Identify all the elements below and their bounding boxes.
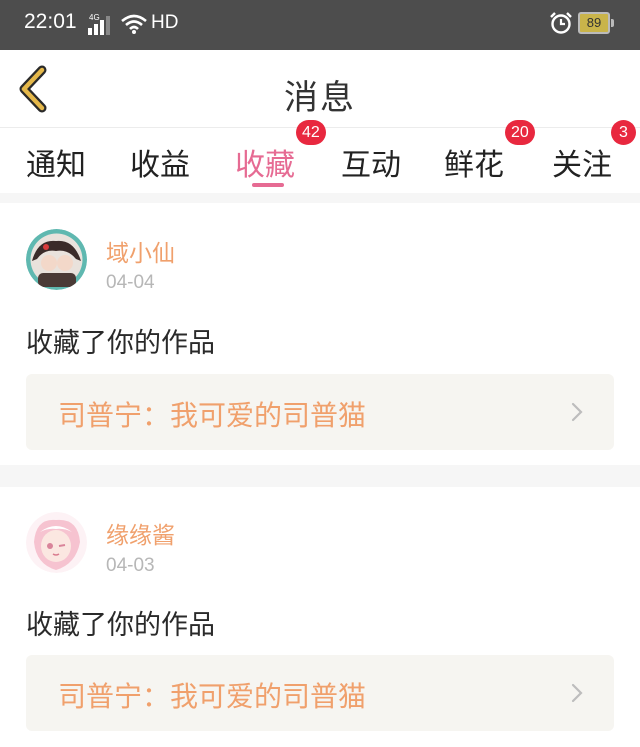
work-card[interactable]: 司普宁：我可爱的司普猫 xyxy=(26,374,614,450)
message-date: 04-04 xyxy=(106,272,155,293)
message-item: 域小仙 04-04 收藏了你的作品 司普宁：我可爱的司普猫 xyxy=(0,203,640,465)
message-item: 缘缘酱 04-03 收藏了你的作品 司普宁：我可爱的司普猫 xyxy=(0,487,640,747)
tab-favorites[interactable]: 收藏 xyxy=(235,140,295,184)
message-date: 04-03 xyxy=(106,555,155,576)
battery-level: 89 xyxy=(586,15,602,30)
tab-earnings[interactable]: 收益 xyxy=(130,140,190,184)
hd-indicator: HD xyxy=(151,12,179,33)
page-title: 消息 xyxy=(284,78,356,118)
status-time: 22:01 xyxy=(24,10,77,33)
tab-notifications[interactable]: 通知 xyxy=(26,140,86,184)
tab-label: 收藏 xyxy=(235,148,295,183)
tab-label: 鲜花 xyxy=(444,148,504,183)
work-title: 司普宁：我可爱的司普猫 xyxy=(58,399,367,432)
network-type: 4G xyxy=(89,13,100,22)
work-card[interactable]: 司普宁：我可爱的司普猫 xyxy=(26,655,614,731)
nav-bar: 消息 xyxy=(0,50,640,127)
wifi-icon xyxy=(121,14,147,34)
message-action: 收藏了你的作品 xyxy=(26,328,215,359)
tab-label: 通知 xyxy=(26,148,86,183)
work-title: 司普宁：我可爱的司普猫 xyxy=(58,680,367,713)
flowers-badge: 20 xyxy=(505,120,535,145)
active-tab-indicator xyxy=(252,183,284,187)
avatar-image xyxy=(26,512,87,573)
avatar[interactable] xyxy=(26,512,87,573)
favorites-badge: 42 xyxy=(296,120,326,145)
chevron-right-icon xyxy=(571,683,583,703)
tab-follows[interactable]: 关注 xyxy=(552,140,612,184)
sender-name[interactable]: 域小仙 xyxy=(106,234,175,268)
chevron-right-icon xyxy=(571,402,583,422)
avatar-image xyxy=(26,229,87,290)
tab-flowers[interactable]: 鲜花 xyxy=(444,140,504,184)
battery-cap xyxy=(611,19,614,27)
battery-icon: 89 xyxy=(578,12,610,34)
status-bar: 22:01 4G HD 89 xyxy=(0,0,640,50)
tab-label: 关注 xyxy=(552,148,612,183)
follows-badge: 3 xyxy=(611,120,636,145)
sender-name[interactable]: 缘缘酱 xyxy=(106,516,175,550)
alarm-icon xyxy=(550,12,572,34)
avatar[interactable] xyxy=(26,229,87,290)
divider xyxy=(0,193,640,203)
message-action: 收藏了你的作品 xyxy=(26,610,215,641)
divider xyxy=(0,465,640,487)
tab-label: 互动 xyxy=(341,148,401,183)
tab-label: 收益 xyxy=(130,148,190,183)
tab-interactions[interactable]: 互动 xyxy=(341,140,401,184)
tab-bar: 通知 收益 收藏 42 互动 鲜花 20 关注 3 xyxy=(0,120,640,193)
